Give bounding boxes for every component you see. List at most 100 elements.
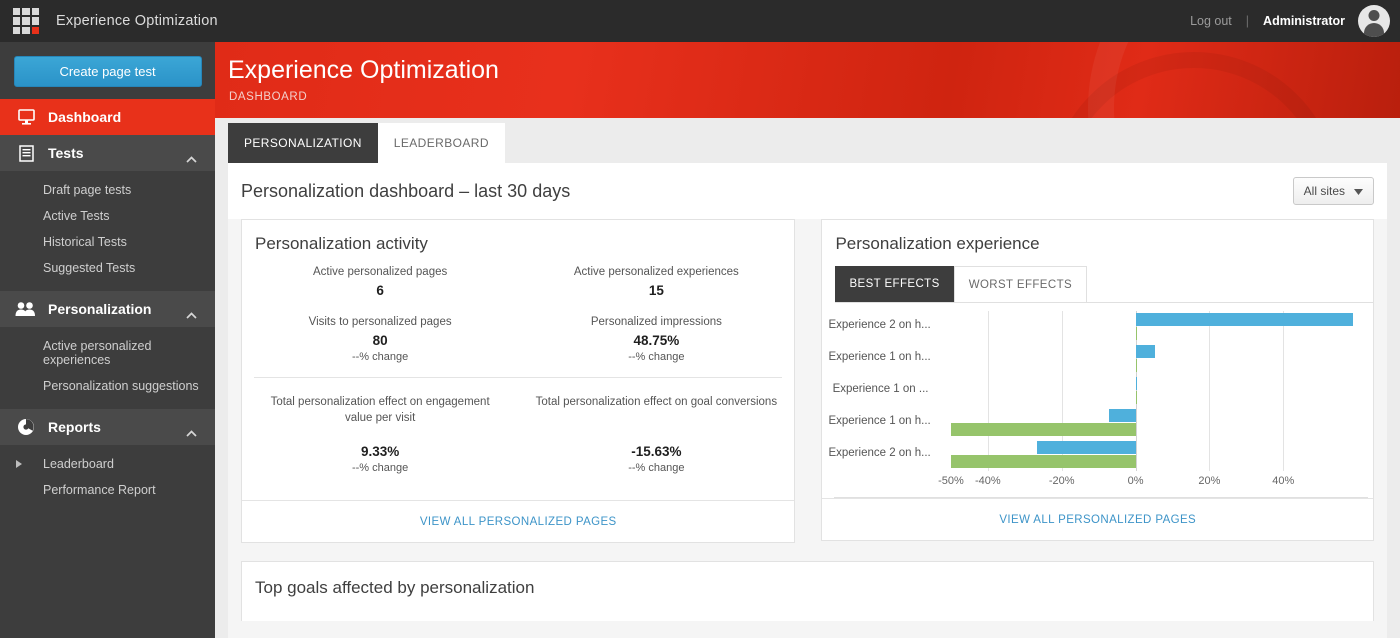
sidebar-item-suggested-tests[interactable]: Suggested Tests: [0, 255, 215, 281]
chart-gridline: [1209, 311, 1211, 471]
chart-bar[interactable]: [1135, 359, 1137, 372]
chart-x-tick-label: -20%: [1048, 475, 1075, 487]
personalization-activity-card: Personalization activity Active personal…: [241, 219, 796, 543]
metrics-row-1: Active personalized pages 6 Active perso…: [242, 254, 794, 298]
chart-gridline: [987, 311, 989, 471]
chart-category-label: Experience 2 on h...: [828, 319, 931, 331]
breadcrumb: DASHBOARD: [229, 91, 308, 103]
chevron-up-icon[interactable]: [186, 424, 197, 437]
metric-value: 6: [376, 283, 384, 298]
metric-label: Active personalized pages: [312, 266, 448, 278]
metric-value: 80: [372, 333, 388, 348]
pie-chart-icon: [14, 417, 38, 437]
panel-header: Personalization dashboard – last 30 days…: [228, 163, 1387, 219]
app-title: Experience Optimization: [56, 13, 218, 29]
sidebar-item-label: Dashboard: [48, 109, 122, 125]
card-footer: VIEW ALL PERSONALIZED PAGES: [822, 498, 1373, 540]
personalization-experience-card: Personalization experience BEST EFFECTS …: [821, 219, 1374, 541]
metric-value: 48.75%: [633, 333, 680, 348]
tab-personalization[interactable]: PERSONALIZATION: [228, 123, 378, 163]
metric-visits-to-personalized-pages: Visits to personalized pages 80 --% chan…: [242, 314, 518, 363]
card-title: Personalization activity: [255, 234, 428, 253]
sidebar-item-active-tests[interactable]: Active Tests: [0, 203, 215, 229]
top-goals-section: Top goals affected by personalization: [241, 561, 1374, 621]
metric-active-personalized-experiences: Active personalized experiences 15: [518, 264, 794, 298]
chart-bar[interactable]: [1135, 377, 1137, 390]
metric-value: 9.33%: [360, 444, 400, 459]
chart-bar[interactable]: [1108, 409, 1136, 422]
tab-best-effects[interactable]: BEST EFFECTS: [835, 266, 954, 302]
chart-x-axis: -50% -40% -20% 0% 20% 40%: [932, 471, 1364, 497]
avatar[interactable]: [1358, 5, 1390, 37]
metric-value: 15: [648, 283, 664, 298]
view-all-personalized-pages-link[interactable]: VIEW ALL PERSONALIZED PAGES: [420, 516, 617, 528]
sidebar-item-leaderboard[interactable]: Leaderboard: [0, 451, 215, 477]
chart-bar[interactable]: [950, 423, 1136, 436]
chart-bar[interactable]: [1135, 391, 1137, 404]
metric-change: --% change: [628, 462, 685, 474]
metric-active-personalized-pages: Active personalized pages 6: [242, 264, 518, 298]
panel-title: Personalization dashboard – last 30 days: [241, 180, 571, 201]
metric-effect-goal-conversions: Total personalization effect on goal con…: [518, 394, 794, 474]
content-panel: Personalization dashboard – last 30 days…: [228, 163, 1387, 638]
chart-x-tick-label: 20%: [1198, 475, 1221, 487]
metrics-row-3: Total personalization effect on engageme…: [242, 378, 794, 474]
sidebar-item-reports[interactable]: Reports: [0, 409, 215, 445]
admin-username[interactable]: Administrator: [1263, 14, 1345, 28]
metric-label: Visits to personalized pages: [308, 316, 452, 328]
app-logo-icon[interactable]: [13, 8, 39, 34]
sidebar-item-label: Tests: [48, 145, 84, 161]
sidebar: Create page test Dashboard Tests Draft p…: [0, 42, 215, 638]
metric-label: Total personalization effect on goal con…: [535, 396, 778, 408]
tab-worst-effects[interactable]: WORST EFFECTS: [953, 266, 1088, 302]
metric-change: --% change: [351, 351, 409, 363]
list-icon: [14, 143, 38, 163]
metric-personalized-impressions: Personalized impressions 48.75% --% chan…: [518, 314, 794, 363]
sidebar-item-personalization[interactable]: Personalization: [0, 291, 215, 327]
chart-category-label: Experience 1 on h...: [828, 415, 931, 427]
view-all-personalized-pages-link[interactable]: VIEW ALL PERSONALIZED PAGES: [999, 514, 1196, 526]
metric-label: Personalized impressions: [590, 316, 722, 328]
sidebar-item-draft-page-tests[interactable]: Draft page tests: [0, 177, 215, 203]
chart-x-tick-label: 0%: [1127, 475, 1144, 487]
top-bar: Experience Optimization Log out | Admini…: [0, 0, 1400, 42]
metric-label: Total personalization effect on engageme…: [270, 396, 490, 424]
sidebar-item-tests[interactable]: Tests: [0, 135, 215, 171]
sidebar-item-personalization-suggestions[interactable]: Personalization suggestions: [0, 373, 215, 399]
experience-effects-chart: -50% -40% -20% 0% 20% 40% Experience 2 on h..…: [828, 311, 1369, 498]
sidebar-group-reports: Reports Leaderboard Performance Report: [0, 409, 215, 513]
chart-bar[interactable]: [1135, 327, 1137, 340]
chart-x-tick-label: 40%: [1272, 475, 1295, 487]
page-title: Experience Optimization: [228, 56, 499, 84]
chart-bar[interactable]: [950, 455, 1136, 468]
chart-bar[interactable]: [1135, 313, 1354, 326]
sidebar-item-historical-tests[interactable]: Historical Tests: [0, 229, 215, 255]
chart-category-label: Experience 1 on ...: [832, 383, 929, 395]
chevron-up-icon[interactable]: [186, 306, 197, 319]
chart-bar[interactable]: [1135, 345, 1155, 358]
effects-tabs: BEST EFFECTS WORST EFFECTS: [835, 266, 1373, 303]
chart-gridline: [1283, 311, 1285, 471]
topbar-separator: |: [1245, 14, 1250, 28]
page-banner: Experience Optimization DASHBOARD: [215, 42, 1400, 118]
metric-change: --% change: [628, 351, 685, 363]
chevron-up-icon[interactable]: [186, 150, 197, 163]
chart-x-tick-label: -40%: [975, 475, 1001, 487]
sidebar-item-active-personalized-experiences[interactable]: Active personalized experiences: [0, 333, 215, 373]
sidebar-group-dashboard: Dashboard: [0, 99, 215, 135]
site-filter-value: All sites: [1303, 184, 1345, 198]
create-page-test-button[interactable]: Create page test: [13, 56, 202, 87]
sidebar-item-dashboard[interactable]: Dashboard: [0, 99, 215, 135]
sidebar-group-tests: Tests Draft page tests Active Tests Hist…: [0, 135, 215, 291]
site-filter-dropdown[interactable]: All sites: [1292, 177, 1374, 205]
card-title: Personalization experience: [835, 234, 1040, 253]
sidebar-item-performance-report[interactable]: Performance Report: [0, 477, 215, 503]
tab-leaderboard[interactable]: LEADERBOARD: [377, 123, 505, 163]
metrics-row-2: Visits to personalized pages 80 --% chan…: [242, 298, 794, 363]
monitor-icon: [14, 107, 38, 127]
chart-category-label: Experience 1 on h...: [828, 351, 931, 363]
chart-bar[interactable]: [1037, 441, 1136, 454]
logout-link[interactable]: Log out: [1190, 14, 1232, 28]
triangle-right-icon: [16, 460, 22, 468]
main-tabs: PERSONALIZATION LEADERBOARD: [215, 118, 1400, 163]
